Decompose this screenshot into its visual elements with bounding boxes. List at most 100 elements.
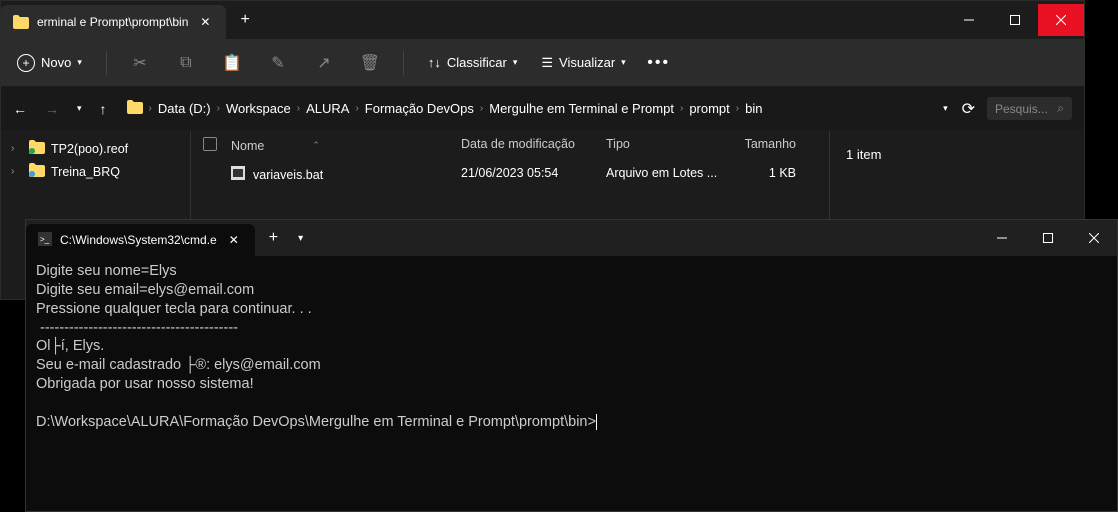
sort-icon: ↑↓ (428, 55, 441, 70)
tree-item[interactable]: › TP2(poo).reof (1, 137, 190, 160)
search-input[interactable]: Pesquis... ⌕ (987, 97, 1072, 120)
terminal-window: >_ C:\Windows\System32\cmd.e ✕ + ▾ Digit… (25, 219, 1118, 512)
term-line: Seu e-mail cadastrado ├®: elys@email.com (36, 357, 321, 373)
date-header[interactable]: Data de modificação (461, 137, 606, 154)
new-button[interactable]: + Novo ▾ (17, 54, 82, 72)
sort-asc-icon: ⌃ (312, 140, 320, 151)
maximize-button[interactable] (992, 4, 1038, 36)
up-button[interactable]: ↑ (100, 101, 107, 117)
item-count: 1 item (846, 147, 881, 162)
tree-item[interactable]: › Treina_BRQ (1, 160, 190, 183)
term-line: Obrigada por usar nosso sistema! (36, 376, 254, 392)
cmd-icon: >_ (38, 232, 52, 249)
separator (403, 51, 404, 75)
file-checkbox[interactable] (203, 166, 231, 183)
chevron-right-icon[interactable]: › (213, 103, 224, 114)
file-row[interactable]: variaveis.bat 21/06/2023 05:54 Arquivo e… (191, 160, 829, 189)
new-label: Novo (41, 55, 71, 70)
bat-file-icon (231, 166, 245, 183)
address-actions: ▾ ⟳ (943, 99, 975, 119)
explorer-titlebar: erminal e Prompt\prompt\bin ✕ + (1, 1, 1084, 39)
rename-icon[interactable]: ✎ (269, 54, 287, 72)
chevron-down-icon: ▾ (513, 57, 518, 68)
terminal-minimize-button[interactable] (979, 222, 1025, 254)
explorer-navbar: ← → ▾ ↑ › Data (D:) › Workspace › ALURA … (1, 87, 1084, 131)
checkbox-header[interactable] (203, 137, 231, 154)
address-bar[interactable]: › Data (D:) › Workspace › ALURA › Formaç… (119, 96, 932, 121)
copy-icon[interactable]: ⧉ (177, 54, 195, 72)
breadcrumb[interactable]: Workspace (226, 101, 291, 116)
folder-icon (127, 100, 143, 117)
more-icon[interactable]: ••• (650, 54, 668, 72)
file-type: Arquivo em Lotes ... (606, 166, 726, 183)
view-icon: ☰ (541, 55, 553, 71)
breadcrumb[interactable]: prompt (689, 101, 729, 116)
chevron-right-icon[interactable]: › (732, 103, 743, 114)
chevron-down-icon: ▾ (77, 57, 82, 68)
delete-icon[interactable]: 🗑 (361, 54, 379, 72)
expand-icon[interactable]: › (11, 143, 14, 154)
chevron-right-icon[interactable]: › (351, 103, 362, 114)
action-icons: ✂ ⧉ 📋 ✎ ↗ 🗑 (131, 54, 379, 72)
back-button[interactable]: ← (13, 101, 27, 117)
cut-icon[interactable]: ✂ (131, 54, 149, 72)
chevron-right-icon[interactable]: › (476, 103, 487, 114)
explorer-new-tab-button[interactable]: + (226, 11, 263, 29)
breadcrumb[interactable]: ALURA (306, 101, 349, 116)
nav-arrows: ← → ▾ ↑ (13, 101, 107, 117)
column-headers: Nome⌃ Data de modificação Tipo Tamanho (191, 131, 829, 160)
term-line: ----------------------------------------… (36, 320, 238, 336)
terminal-window-buttons (979, 222, 1117, 254)
folder-sync-icon (29, 163, 45, 180)
terminal-dropdown-button[interactable]: ▾ (292, 233, 309, 244)
chevron-down-icon[interactable]: ▾ (943, 103, 948, 114)
term-line: Pressione qualquer tecla para continuar.… (36, 301, 312, 317)
view-button[interactable]: ☰ Visualizar ▾ (541, 55, 625, 71)
separator (106, 51, 107, 75)
close-button[interactable] (1038, 4, 1084, 36)
size-header[interactable]: Tamanho (726, 137, 796, 154)
chevron-right-icon[interactable]: › (145, 103, 156, 114)
folder-sync-icon (29, 140, 45, 157)
file-size: 1 KB (726, 166, 796, 183)
refresh-icon[interactable]: ⟳ (962, 99, 975, 119)
term-line: Ol├í, Elys. (36, 338, 104, 354)
terminal-maximize-button[interactable] (1025, 222, 1071, 254)
term-line: Digite seu email=elys@email.com (36, 282, 254, 298)
window-buttons (946, 4, 1084, 36)
terminal-cursor (596, 414, 597, 430)
breadcrumb[interactable]: Data (D:) (158, 101, 211, 116)
chevron-down-icon: ▾ (621, 57, 626, 68)
folder-icon (13, 14, 29, 30)
plus-icon: + (17, 54, 35, 72)
tree-item-label: TP2(poo).reof (51, 142, 128, 156)
share-icon[interactable]: ↗ (315, 54, 333, 72)
terminal-output[interactable]: Digite seu nome=Elys Digite seu email=el… (26, 256, 1117, 438)
terminal-tab-close-icon[interactable]: ✕ (225, 231, 243, 249)
tree-item-label: Treina_BRQ (51, 165, 120, 179)
file-name: variaveis.bat (253, 168, 323, 182)
chevron-down-icon[interactable]: ▾ (77, 103, 82, 114)
type-header[interactable]: Tipo (606, 137, 726, 154)
sort-button[interactable]: ↑↓ Classificar ▾ (428, 55, 518, 70)
chevron-right-icon[interactable]: › (676, 103, 687, 114)
sort-label: Classificar (447, 55, 507, 70)
breadcrumb[interactable]: bin (745, 101, 762, 116)
terminal-close-button[interactable] (1071, 222, 1117, 254)
terminal-tab-title: C:\Windows\System32\cmd.e (60, 233, 217, 247)
chevron-right-icon[interactable]: › (293, 103, 304, 114)
explorer-tab-title: erminal e Prompt\prompt\bin (37, 15, 188, 29)
expand-icon[interactable]: › (11, 166, 14, 177)
explorer-tab-close-icon[interactable]: ✕ (196, 13, 214, 31)
minimize-button[interactable] (946, 4, 992, 36)
breadcrumb[interactable]: Mergulhe em Terminal e Prompt (489, 101, 674, 116)
terminal-new-tab-button[interactable]: + (255, 229, 292, 247)
term-line: D:\Workspace\ALURA\Formação DevOps\Mergu… (36, 414, 596, 430)
name-header[interactable]: Nome⌃ (231, 137, 461, 154)
file-date: 21/06/2023 05:54 (461, 166, 606, 183)
terminal-tab[interactable]: >_ C:\Windows\System32\cmd.e ✕ (26, 224, 255, 256)
explorer-tab[interactable]: erminal e Prompt\prompt\bin ✕ (1, 5, 226, 39)
breadcrumb[interactable]: Formação DevOps (365, 101, 474, 116)
forward-button[interactable]: → (45, 101, 59, 117)
paste-icon[interactable]: 📋 (223, 54, 241, 72)
